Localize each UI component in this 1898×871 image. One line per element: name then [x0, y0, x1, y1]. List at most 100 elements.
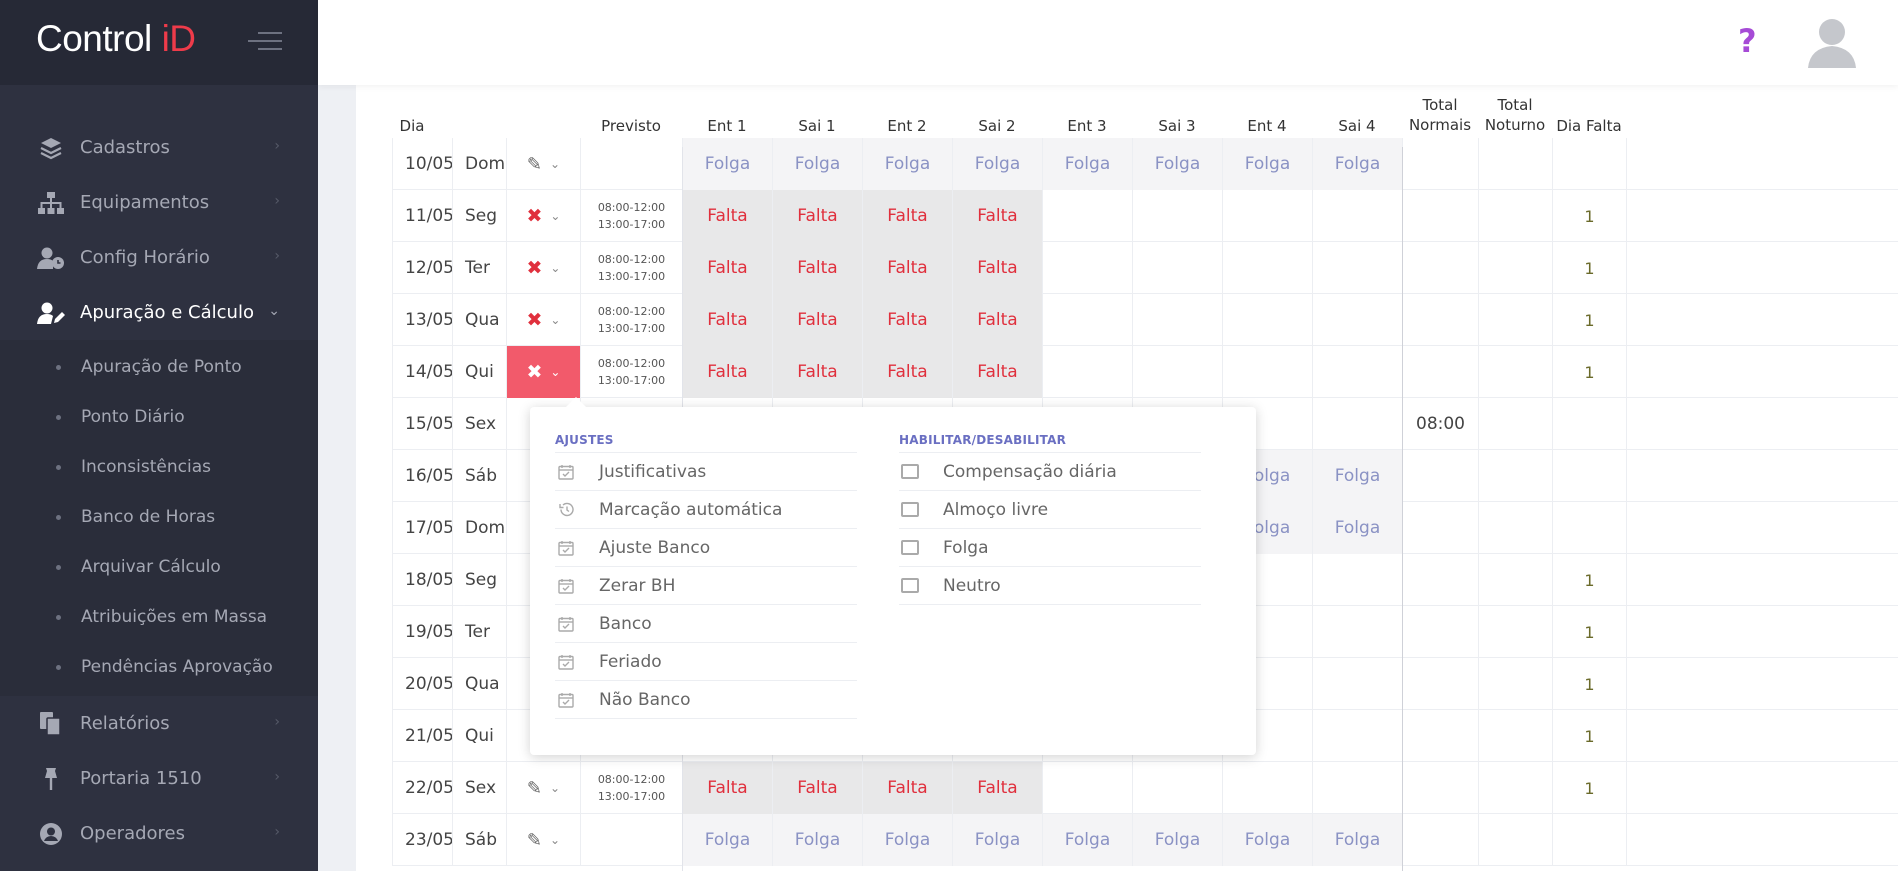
logo[interactable]: Control iD [36, 18, 196, 60]
sidebar-subitem[interactable]: Ponto Diário [0, 392, 318, 442]
mark-cell[interactable]: Folga [772, 814, 862, 866]
mark-cell[interactable]: Folga [952, 138, 1042, 190]
sidebar-item-portaria-1510[interactable]: Portaria 1510 › [0, 751, 318, 806]
sidebar-subitem[interactable]: Banco de Horas [0, 492, 318, 542]
mark-cell[interactable] [1312, 606, 1402, 658]
mark-cell[interactable]: Falta [952, 190, 1042, 242]
mark-cell[interactable]: Falta [952, 346, 1042, 398]
row-action-button[interactable]: ✖ ⌄ [506, 294, 580, 346]
sidebar-subitem[interactable]: Apuração de Ponto [0, 342, 318, 392]
checkbox[interactable] [901, 577, 919, 595]
sidebar-item-relatorios[interactable]: Relatórios › [0, 696, 318, 751]
ajuste-option[interactable]: Justificativas [555, 453, 857, 491]
mark-cell[interactable]: Falta [772, 346, 862, 398]
sidebar-item-cadastros[interactable]: Cadastros › [0, 120, 318, 175]
mark-cell[interactable] [1312, 190, 1402, 242]
mark-cell[interactable] [1312, 398, 1402, 450]
mark-cell[interactable] [1222, 190, 1312, 242]
mark-cell[interactable]: Falta [682, 242, 772, 294]
ajuste-option[interactable]: Banco [555, 605, 857, 643]
mark-cell[interactable]: Folga [682, 814, 772, 866]
mark-cell[interactable] [1222, 762, 1312, 814]
mark-cell[interactable]: Falta [682, 190, 772, 242]
mark-cell[interactable] [1312, 710, 1402, 762]
mark-cell[interactable] [1312, 554, 1402, 606]
mark-cell[interactable]: Falta [862, 762, 952, 814]
mark-cell[interactable]: Folga [952, 814, 1042, 866]
mark-cell[interactable] [1042, 190, 1132, 242]
mark-cell[interactable] [1222, 242, 1312, 294]
ajuste-option[interactable]: Marcação automática [555, 491, 857, 529]
mark-cell[interactable]: Falta [682, 762, 772, 814]
avatar[interactable] [1804, 14, 1860, 70]
mark-cell[interactable]: Folga [682, 138, 772, 190]
mark-cell[interactable]: Falta [862, 294, 952, 346]
mark-cell[interactable]: Folga [1132, 814, 1222, 866]
mark-cell[interactable]: Falta [862, 242, 952, 294]
mark-cell[interactable] [1132, 346, 1222, 398]
mark-cell[interactable] [1132, 294, 1222, 346]
menu-toggle-icon[interactable] [248, 32, 282, 52]
sidebar-subitem[interactable]: Arquivar Cálculo [0, 542, 318, 592]
sidebar-item-apuracao-e-calculo[interactable]: Apuração e Cálculo ⌄ [0, 285, 318, 340]
mark-cell[interactable]: Folga [1132, 138, 1222, 190]
mark-cell[interactable]: Folga [1312, 138, 1402, 190]
mark-cell[interactable] [1222, 294, 1312, 346]
mark-cell[interactable] [1312, 242, 1402, 294]
mark-cell[interactable]: Folga [1312, 450, 1402, 502]
mark-cell[interactable]: Folga [1042, 138, 1132, 190]
checkbox[interactable] [901, 501, 919, 519]
mark-cell[interactable] [1222, 346, 1312, 398]
mark-cell[interactable] [1042, 762, 1132, 814]
mark-cell[interactable]: Folga [862, 814, 952, 866]
habilitar-option[interactable]: Compensação diária [899, 453, 1201, 491]
ajuste-option[interactable]: Não Banco [555, 681, 857, 719]
sidebar-subitem[interactable]: Inconsistências [0, 442, 318, 492]
mark-cell[interactable]: Falta [682, 346, 772, 398]
row-action-button[interactable]: ✖ ⌄ [506, 346, 580, 398]
row-action-button[interactable]: ✎ ⌄ [506, 814, 580, 866]
mark-cell[interactable] [1042, 294, 1132, 346]
mark-cell[interactable]: Folga [862, 138, 952, 190]
mark-cell[interactable]: Falta [952, 762, 1042, 814]
mark-cell[interactable]: Folga [1042, 814, 1132, 866]
mark-cell[interactable]: Falta [772, 242, 862, 294]
sidebar-item-equipamentos[interactable]: Equipamentos › [0, 175, 318, 230]
mark-cell[interactable]: Folga [772, 138, 862, 190]
mark-cell[interactable]: Folga [1312, 814, 1402, 866]
mark-cell[interactable] [1312, 346, 1402, 398]
help-icon[interactable]: ? [1738, 22, 1757, 60]
mark-cell[interactable]: Folga [1222, 138, 1312, 190]
mark-cell[interactable] [1132, 242, 1222, 294]
row-action-button[interactable]: ✎ ⌄ [506, 138, 580, 190]
mark-cell[interactable] [1312, 762, 1402, 814]
mark-cell[interactable]: Falta [862, 190, 952, 242]
mark-cell[interactable]: Falta [772, 190, 862, 242]
mark-cell[interactable]: Falta [772, 294, 862, 346]
ajuste-option[interactable]: Ajuste Banco [555, 529, 857, 567]
sidebar-subitem[interactable]: Pendências Aprovação [0, 642, 318, 692]
mark-cell[interactable]: Falta [862, 346, 952, 398]
mark-cell[interactable] [1132, 762, 1222, 814]
mark-cell[interactable]: Falta [952, 242, 1042, 294]
ajuste-option[interactable]: Feriado [555, 643, 857, 681]
mark-cell[interactable]: Falta [952, 294, 1042, 346]
mark-cell[interactable] [1312, 658, 1402, 710]
row-action-button[interactable]: ✎ ⌄ [506, 762, 580, 814]
mark-cell[interactable]: Falta [772, 762, 862, 814]
habilitar-option[interactable]: Almoço livre [899, 491, 1201, 529]
mark-cell[interactable]: Falta [682, 294, 772, 346]
row-action-button[interactable]: ✖ ⌄ [506, 190, 580, 242]
mark-cell[interactable]: Folga [1222, 814, 1312, 866]
mark-cell[interactable] [1042, 346, 1132, 398]
sidebar-item-operadores[interactable]: Operadores › [0, 806, 318, 861]
mark-cell[interactable] [1042, 242, 1132, 294]
checkbox[interactable] [901, 463, 919, 481]
habilitar-option[interactable]: Neutro [899, 567, 1201, 605]
checkbox[interactable] [901, 539, 919, 557]
mark-cell[interactable]: Folga [1312, 502, 1402, 554]
sidebar-subitem[interactable]: Atribuições em Massa [0, 592, 318, 642]
mark-cell[interactable] [1132, 190, 1222, 242]
sidebar-item-config-horario[interactable]: Config Horário › [0, 230, 318, 285]
mark-cell[interactable] [1312, 294, 1402, 346]
